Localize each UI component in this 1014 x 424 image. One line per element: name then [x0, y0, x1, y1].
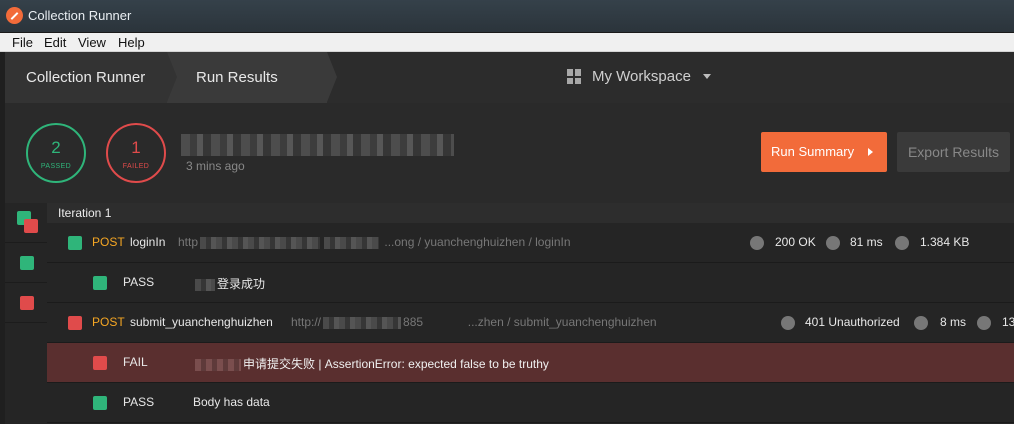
size-dot-icon: [977, 316, 991, 330]
menu-file[interactable]: File: [12, 35, 33, 50]
response-status: 200 OK: [775, 235, 816, 249]
app-header: Collection Runner Run Results My Workspa…: [5, 52, 1014, 103]
response-time: 8 ms: [940, 315, 967, 329]
window-titlebar: Collection Runner: [0, 0, 1014, 33]
test-name: 申请提交失败 | AssertionError: expected false …: [193, 355, 549, 372]
status-dot-icon: [781, 316, 795, 330]
url-redacted: [324, 236, 380, 249]
fail-status-icon: [93, 356, 107, 370]
request-url: http:// 885 ...zhen / submit_yuanchenghui…: [291, 315, 657, 329]
request-row-submit[interactable]: POST submit_yuanchenghuizhen http:// 885 …: [47, 303, 1014, 343]
menu-bar: File Edit View Help: [0, 33, 1014, 52]
run-time: 3 mins ago: [186, 159, 245, 173]
iteration-header[interactable]: Iteration 1: [47, 203, 1014, 223]
url-prefix: http: [178, 235, 199, 249]
fail-status-icon: [24, 219, 38, 233]
response-time: 81 ms: [850, 235, 883, 249]
passed-count-ring: 2 PASSED: [26, 123, 86, 183]
failed-count-ring: 1 FAILED: [106, 123, 166, 183]
test-text: 登录成功: [217, 277, 266, 291]
workspace-selector[interactable]: My Workspace: [567, 68, 711, 85]
test-result: PASS: [123, 275, 155, 289]
breadcrumb-run-results[interactable]: Run Results: [167, 52, 337, 103]
test-name-redacted: [195, 358, 241, 371]
menu-edit[interactable]: Edit: [44, 35, 66, 50]
pass-status-icon: [68, 236, 82, 250]
rail-item-iteration[interactable]: [5, 203, 47, 243]
url-prefix: http://: [291, 315, 322, 329]
iteration-rail: [5, 203, 47, 424]
results-list: Iteration 1 POST loginIn http ...ong / y…: [47, 203, 1014, 424]
url-mid: 885: [403, 315, 424, 329]
fail-status-icon: [20, 296, 34, 310]
export-results-button[interactable]: Export Results: [897, 132, 1010, 172]
request-row-login[interactable]: POST loginIn http ...ong / yuanchenghuiz…: [47, 223, 1014, 263]
failed-label: FAILED: [122, 163, 150, 170]
test-name: 登录成功: [193, 275, 265, 292]
request-name: loginIn: [130, 235, 166, 249]
workspace-label: My Workspace: [592, 68, 691, 85]
test-row-failed: FAIL 申请提交失败 | AssertionError: expected f…: [47, 343, 1014, 383]
grid-icon: [567, 69, 582, 84]
size-dot-icon: [895, 236, 909, 250]
time-dot-icon: [826, 236, 840, 250]
request-method: POST: [92, 315, 125, 329]
url-suffix: ...zhen / submit_yuanchenghuizhen: [467, 315, 657, 329]
passed-label: PASSED: [40, 163, 72, 170]
passed-count: 2: [51, 138, 61, 157]
response-size: 13: [1002, 315, 1014, 329]
play-icon: [868, 148, 873, 156]
pass-status-icon: [93, 276, 107, 290]
test-row: PASS 登录成功: [47, 263, 1014, 303]
menu-help[interactable]: Help: [118, 35, 145, 50]
window-title: Collection Runner: [28, 8, 132, 23]
test-name-redacted: [195, 278, 215, 291]
url-redacted: [323, 316, 402, 329]
url-suffix: ...ong / yuanchenghuizhen / loginIn: [384, 235, 571, 249]
request-method: POST: [92, 235, 125, 249]
response-size: 1.384 KB: [920, 235, 970, 249]
test-name: Body has data: [193, 395, 270, 409]
fail-status-icon: [68, 316, 82, 330]
rail-item-request-2[interactable]: [5, 283, 47, 323]
test-row: PASS Body has data: [47, 383, 1014, 423]
pass-status-icon: [20, 256, 34, 270]
request-url: http ...ong / yuanchenghuizhen / loginIn: [178, 235, 571, 249]
run-summary-strip: 2 PASSED 1 FAILED 3 mins ago Run Summary…: [5, 103, 1014, 203]
breadcrumb-collection-runner[interactable]: Collection Runner: [5, 52, 177, 103]
failed-count: 1: [131, 138, 141, 157]
status-dot-icon: [750, 236, 764, 250]
menu-view[interactable]: View: [78, 35, 106, 50]
postman-logo-icon: [6, 7, 23, 24]
url-redacted: [200, 236, 321, 249]
chevron-down-icon: [702, 74, 711, 79]
request-name: submit_yuanchenghuizhen: [130, 315, 273, 329]
test-result: FAIL: [123, 355, 148, 369]
response-status: 401 Unauthorized: [805, 315, 900, 329]
run-summary-label: Run Summary: [771, 144, 855, 159]
run-summary-button[interactable]: Run Summary: [761, 132, 887, 172]
run-name-redacted: [181, 134, 454, 156]
test-result: PASS: [123, 395, 155, 409]
rail-item-request-1[interactable]: [5, 243, 47, 283]
pass-status-icon: [93, 396, 107, 410]
test-text: 申请提交失败 | AssertionError: expected false …: [243, 357, 549, 371]
time-dot-icon: [914, 316, 928, 330]
